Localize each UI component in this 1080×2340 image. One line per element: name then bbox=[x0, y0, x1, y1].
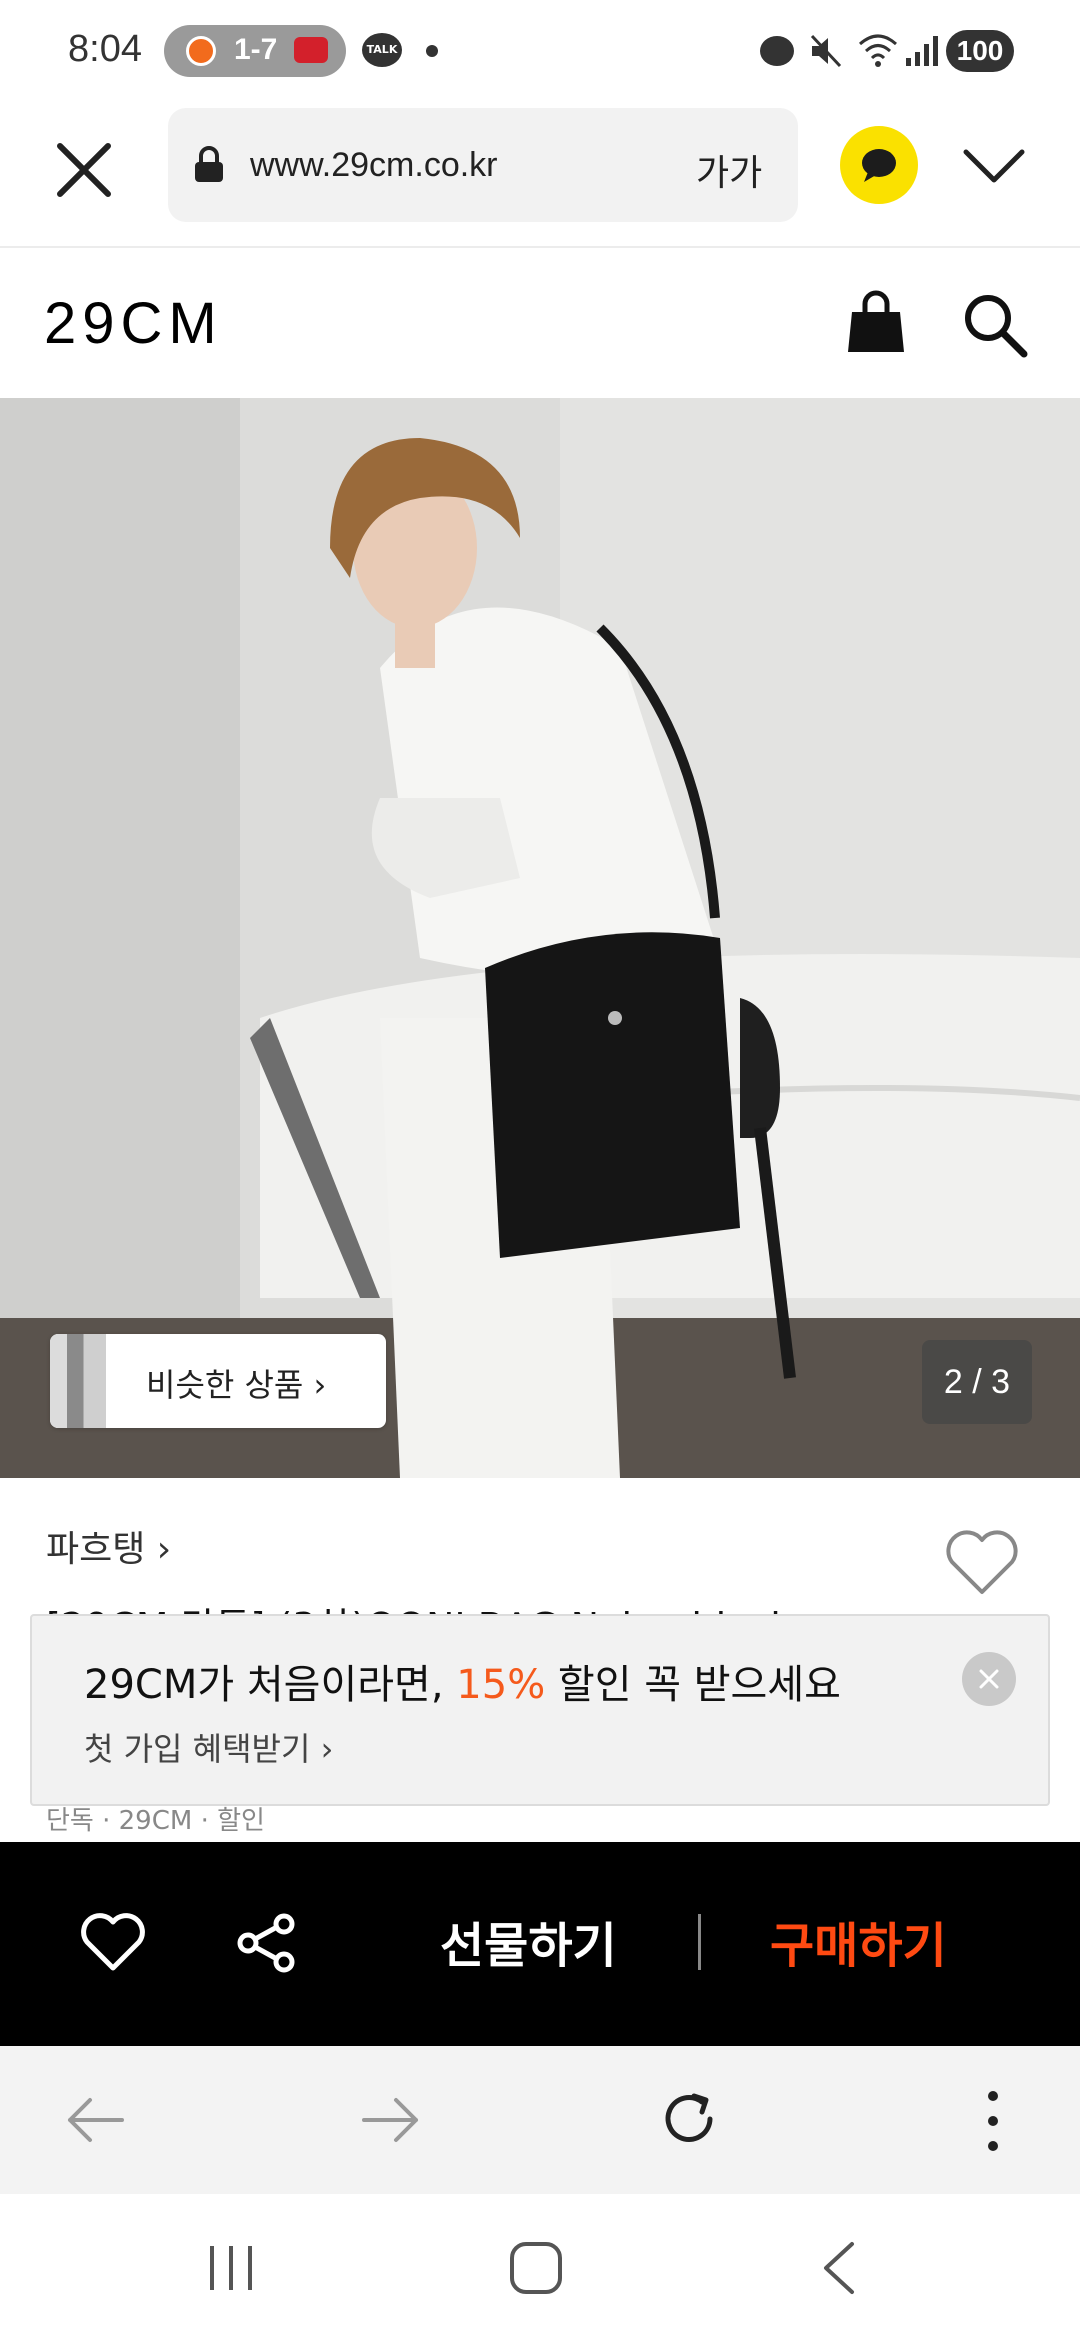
lock-icon bbox=[195, 146, 223, 182]
reload-icon[interactable] bbox=[656, 2086, 722, 2152]
mute-icon bbox=[810, 34, 842, 68]
signup-benefit-link[interactable]: 첫 가입 혜택받기 › bbox=[84, 1724, 333, 1770]
similar-products-label: 비슷한 상품 › bbox=[146, 1366, 327, 1404]
brand-link[interactable]: 파흐탱 › bbox=[46, 1520, 171, 1572]
team-logo-icon bbox=[186, 36, 216, 66]
browser-bar: www.29cm.co.kr 가가 bbox=[0, 104, 1080, 248]
site-header: 29CM bbox=[0, 250, 1080, 398]
more-options-icon[interactable] bbox=[978, 2086, 1008, 2156]
search-icon[interactable] bbox=[960, 290, 1030, 360]
share-icon[interactable] bbox=[236, 1912, 298, 1974]
chat-bubble-icon bbox=[862, 149, 896, 182]
notification-dot-icon bbox=[426, 45, 438, 57]
bear-icon bbox=[760, 36, 794, 66]
system-navigation-bar bbox=[0, 2194, 1080, 2340]
wifi-icon bbox=[859, 34, 897, 67]
status-time: 8:04 bbox=[68, 28, 142, 70]
battery-indicator: 100 bbox=[946, 30, 1014, 72]
score-text: 1-7 bbox=[234, 33, 278, 66]
buy-button[interactable]: 구매하기 bbox=[770, 1906, 947, 1976]
team-logo-icon bbox=[294, 37, 328, 63]
close-icon bbox=[979, 1669, 999, 1689]
kakao-talk-button[interactable] bbox=[840, 126, 918, 204]
similar-products-button[interactable]: 비슷한 상품 › bbox=[50, 1334, 386, 1428]
gift-button[interactable]: 선물하기 bbox=[440, 1906, 617, 1976]
image-pager: 2 / 3 bbox=[922, 1340, 1032, 1424]
close-icon[interactable] bbox=[48, 134, 120, 206]
shopping-bag-icon[interactable] bbox=[846, 290, 906, 356]
status-bar: 8:04 1-7 TALK 100 bbox=[0, 0, 1080, 104]
recent-apps-icon[interactable] bbox=[206, 2242, 256, 2294]
address-bar[interactable]: www.29cm.co.kr 가가 bbox=[168, 108, 798, 222]
signup-banner-text: 29CM가 처음이라면, 15% 할인 꼭 받으세요 bbox=[84, 1652, 841, 1710]
signup-banner[interactable]: 29CM가 처음이라면, 15% 할인 꼭 받으세요 첫 가입 혜택받기 › bbox=[30, 1614, 1050, 1806]
signal-icon bbox=[906, 36, 938, 66]
heart-icon[interactable] bbox=[944, 1528, 1020, 1598]
text-size-button[interactable]: 가가 bbox=[696, 144, 762, 196]
score-notification: 1-7 bbox=[164, 25, 346, 77]
divider bbox=[698, 1914, 701, 1970]
product-photo bbox=[0, 398, 1080, 1478]
close-banner-button[interactable] bbox=[962, 1652, 1016, 1706]
browser-navigation bbox=[0, 2046, 1080, 2194]
banner-text-before: 29CM가 처음이라면, bbox=[84, 1662, 457, 1708]
chevron-down-icon[interactable] bbox=[958, 138, 1030, 194]
discount-percent: 15% bbox=[456, 1662, 546, 1708]
back-icon[interactable] bbox=[818, 2240, 858, 2296]
site-logo[interactable]: 29CM bbox=[44, 290, 223, 357]
talk-icon: TALK bbox=[362, 33, 402, 67]
url-text: www.29cm.co.kr bbox=[250, 146, 498, 184]
product-image-carousel[interactable]: 비슷한 상품 › 2 / 3 bbox=[0, 398, 1080, 1478]
heart-icon[interactable] bbox=[80, 1912, 146, 1974]
arrow-left-icon[interactable] bbox=[60, 2090, 130, 2150]
similar-product-thumbnail bbox=[50, 1334, 106, 1428]
arrow-right-icon[interactable] bbox=[356, 2090, 426, 2150]
banner-text-after: 할인 꼭 받으세요 bbox=[545, 1662, 841, 1708]
home-icon[interactable] bbox=[508, 2240, 564, 2296]
purchase-action-bar: 선물하기 구매하기 bbox=[0, 1842, 1080, 2046]
